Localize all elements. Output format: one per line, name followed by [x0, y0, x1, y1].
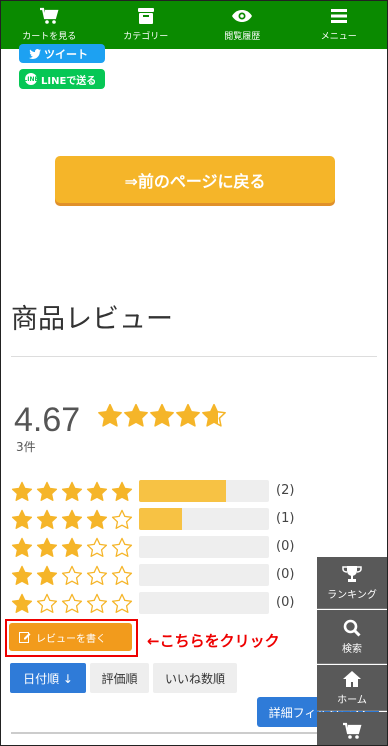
star-filled-icon: [61, 537, 83, 557]
review-count: 3件: [16, 440, 36, 454]
nav-history[interactable]: 閲覧履歴: [194, 1, 291, 49]
star-empty-icon: [61, 593, 83, 613]
sort-by-date-button[interactable]: 日付順 ↓: [10, 663, 86, 693]
rating-count: (0): [276, 567, 295, 582]
side-search-label: 検索: [342, 643, 362, 655]
star-empty-icon: [86, 565, 108, 585]
star-empty-icon: [111, 565, 133, 585]
rating-count: (2): [276, 483, 295, 498]
sort-by-rating-button[interactable]: 評価順: [90, 663, 149, 693]
tweet-label: ツイート: [44, 47, 88, 61]
row-stars: [11, 565, 137, 587]
rating-bar: [139, 592, 269, 614]
star-filled-icon: [36, 509, 58, 529]
rating-row-5[interactable]: (2): [11, 480, 294, 504]
nav-category[interactable]: カテゴリー: [98, 1, 195, 49]
rating-row-1[interactable]: (0): [11, 592, 294, 616]
star-filled-icon: [11, 537, 33, 557]
star-filled-icon: [36, 565, 58, 585]
star-filled-icon: [61, 481, 83, 501]
star-filled-icon: [61, 509, 83, 529]
category-icon: [136, 7, 156, 25]
star-filled-icon: [11, 509, 33, 529]
rating-bar-fill: [139, 480, 226, 502]
side-cart-button[interactable]: [317, 712, 387, 745]
line-label: LINEで送る: [41, 75, 97, 87]
side-home-label: ホーム: [337, 694, 367, 706]
star-half-icon: [202, 403, 226, 427]
cart-icon: [39, 7, 59, 25]
rating-count: (1): [276, 511, 295, 526]
nav-history-label: 閲覧履歴: [224, 32, 261, 42]
menu-icon: [330, 7, 347, 25]
write-review-label: レビューを書く: [36, 633, 106, 645]
star-empty-icon: [111, 593, 133, 613]
row-stars: [11, 509, 137, 531]
row-stars: [11, 481, 137, 503]
rating-bar: [139, 508, 269, 530]
row-stars: [11, 593, 137, 615]
click-here-note: ←こちらをクリック: [147, 632, 280, 650]
star-empty-icon: [36, 593, 58, 613]
rating-row-4[interactable]: (1): [11, 508, 294, 532]
search-icon: [343, 619, 361, 637]
side-ranking-button[interactable]: ランキング: [317, 557, 387, 609]
back-button[interactable]: ⇒前のページに戻る: [55, 156, 335, 203]
star-filled-icon: [36, 537, 58, 557]
row-stars: [11, 537, 137, 559]
divider: [11, 356, 377, 357]
average-score: 4.67: [14, 401, 81, 439]
star-filled-icon: [36, 481, 58, 501]
nav-menu-label: メニュー: [320, 32, 357, 42]
bird-icon: [29, 48, 41, 59]
nav-cart[interactable]: カートを見る: [1, 1, 98, 49]
page-frame: カートを見る カテゴリー 閲覧履歴 メニュー ツイート LINE LINEで送る…: [0, 0, 388, 746]
edit-icon: [19, 631, 31, 643]
rating-row-3[interactable]: (0): [11, 536, 294, 560]
rating-bar-fill: [139, 508, 183, 530]
rating-count: (0): [276, 539, 295, 554]
rating-count: (0): [276, 595, 295, 610]
star-filled-icon: [11, 481, 33, 501]
star-filled-icon: [86, 481, 108, 501]
star-empty-icon: [61, 565, 83, 585]
rating-bar: [139, 536, 269, 558]
rating-bar: [139, 480, 269, 502]
write-review-button[interactable]: レビューを書く: [9, 623, 132, 651]
tweet-button[interactable]: ツイート: [19, 44, 105, 63]
star-empty-icon: [86, 593, 108, 613]
star-empty-icon: [111, 509, 133, 529]
star-empty-icon: [86, 537, 108, 557]
star-filled-icon: [150, 403, 174, 427]
star-filled-icon: [124, 403, 148, 427]
top-nav: カートを見る カテゴリー 閲覧履歴 メニュー: [1, 1, 387, 49]
star-filled-icon: [111, 481, 133, 501]
side-ranking-label: ランキング: [327, 589, 377, 601]
cart-icon: [342, 722, 362, 740]
rating-bar: [139, 564, 269, 586]
reviews-title: 商品レビュー: [11, 304, 173, 335]
star-filled-icon: [98, 403, 122, 427]
rating-row-2[interactable]: (0): [11, 564, 294, 588]
nav-cart-label: カートを見る: [22, 32, 77, 42]
star-filled-icon: [86, 509, 108, 529]
eye-icon: [231, 7, 253, 25]
average-stars: [97, 403, 227, 429]
line-icon: LINE: [23, 73, 39, 85]
nav-menu[interactable]: メニュー: [291, 1, 388, 49]
sort-by-likes-button[interactable]: いいね数順: [153, 663, 237, 693]
line-share-button[interactable]: LINE LINEで送る: [19, 69, 105, 89]
nav-category-label: カテゴリー: [123, 32, 169, 42]
side-home-button[interactable]: ホーム: [317, 665, 387, 711]
trophy-icon: [342, 565, 362, 583]
star-empty-icon: [111, 537, 133, 557]
star-filled-icon: [11, 593, 33, 613]
star-filled-icon: [11, 565, 33, 585]
star-filled-icon: [176, 403, 200, 427]
side-search-button[interactable]: 検索: [317, 610, 387, 664]
home-icon: [342, 670, 362, 688]
